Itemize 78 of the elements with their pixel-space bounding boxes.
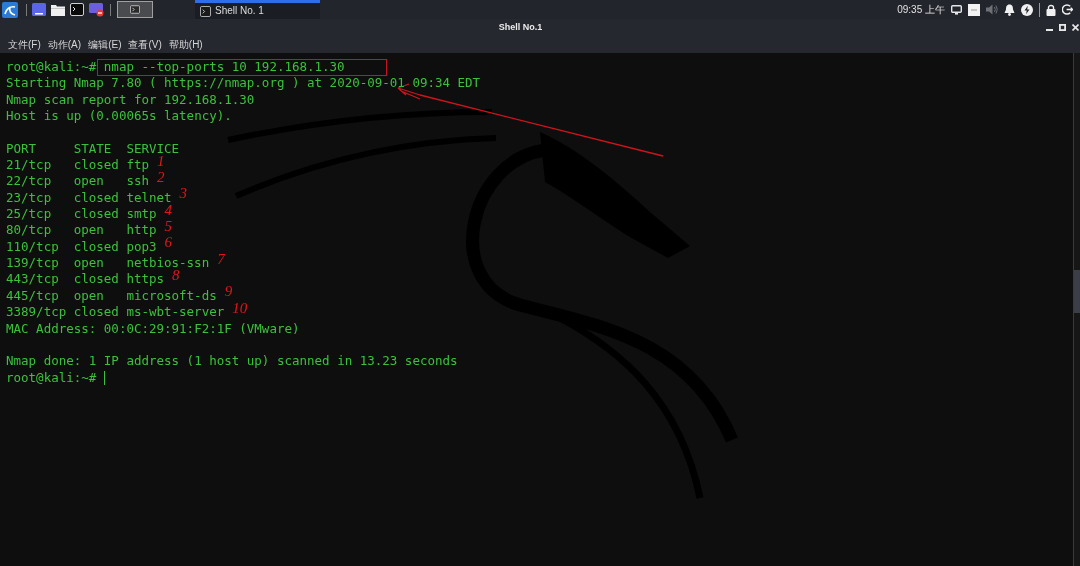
port-state: closed [73, 271, 119, 287]
port-state: open [73, 287, 104, 303]
folder-icon[interactable] [51, 3, 65, 16]
port-number: 23/tcp [6, 189, 52, 205]
handwritten-number: 5 [164, 219, 172, 235]
menu-item[interactable]: 编辑(E) [88, 39, 122, 50]
terminal-output-line: Nmap done: 1 IP address (1 host up) scanned in 13.23 seconds [6, 353, 458, 370]
bell-icon[interactable] [1004, 3, 1015, 16]
terminal-icon [130, 5, 140, 14]
workspace-button[interactable] [117, 1, 153, 18]
window-title: Shell No.1 [498, 23, 543, 32]
port-state: closed [73, 206, 119, 222]
taskbar-item[interactable]: Shell No. 1 [195, 0, 320, 19]
menu-item[interactable]: 查看(V) [128, 39, 162, 50]
port-number: 80/tcp [6, 222, 52, 238]
window-icon[interactable] [32, 3, 46, 16]
service-name: microsoft-ds [126, 287, 217, 303]
handwritten-number: 3 [179, 186, 188, 202]
shell-command: nmap --top-ports 10 192.168.1.30 [96, 58, 387, 76]
handwritten-number: 4 [164, 202, 172, 218]
port-state: closed [73, 189, 119, 205]
port-state: open [73, 255, 104, 271]
port-number: 3389/tcp [6, 304, 67, 320]
port-number: 21/tcp [6, 157, 52, 173]
port-number: 445/tcp [6, 287, 59, 303]
service-name: ms-wbt-server [126, 304, 225, 320]
port-number: 22/tcp [6, 173, 52, 189]
terminal-icon [200, 5, 211, 17]
close-icon[interactable] [1072, 24, 1079, 31]
handwritten-number: 1 [156, 153, 165, 169]
layout-indicator-icon[interactable] [968, 3, 980, 16]
service-name: ssh [126, 173, 149, 189]
terminal-output-line: MAC Address: 00:0C:29:91:F2:1F (VMware) [6, 320, 300, 337]
service-name: ftp [126, 157, 149, 173]
handwritten-number: 8 [172, 268, 180, 284]
menu-item[interactable]: 帮助(H) [168, 39, 203, 50]
menu-item[interactable]: 文件(F) [8, 39, 41, 50]
port-number: 110/tcp [6, 238, 59, 254]
service-name: telnet [126, 189, 172, 205]
terminal-icon[interactable] [70, 3, 84, 16]
terminal-output-line: Host is up (0.00065s latency). [6, 108, 232, 125]
dragon-logo-icon[interactable] [2, 1, 18, 18]
column-header: STATE [73, 140, 112, 156]
terminal-output-line: Starting Nmap 7.80 ( https://nmap.org ) at 2020-09-01 09:34 EDT [6, 75, 481, 92]
terminal-output-line: Nmap scan report for 192.168.1.30 [6, 91, 255, 109]
port-number: 443/tcp [6, 271, 59, 287]
service-name: smtp [126, 206, 157, 222]
scrollbar-thumb[interactable] [1074, 270, 1080, 313]
handwritten-number: 2 [156, 170, 165, 186]
scrollbar[interactable] [1073, 53, 1080, 566]
service-name: netbios-ssn [126, 255, 210, 271]
logout-icon[interactable] [1062, 4, 1073, 15]
display-icon[interactable] [951, 4, 962, 15]
power-bolt-icon[interactable] [1021, 3, 1033, 16]
port-state: open [73, 173, 104, 189]
menu-item[interactable]: 动作(A) [47, 39, 82, 50]
port-number: 25/tcp [6, 206, 52, 222]
port-state: closed [73, 304, 119, 320]
maximize-icon[interactable] [1059, 24, 1066, 31]
port-state: closed [73, 238, 119, 254]
port-number: 139/tcp [6, 255, 59, 271]
port-state: closed [73, 157, 119, 173]
handwritten-number: 10 [232, 300, 248, 316]
handwritten-number: 7 [217, 251, 225, 267]
monitor-icon[interactable] [89, 2, 104, 17]
port-state: open [73, 222, 104, 238]
service-name: http [126, 222, 157, 238]
handwritten-number: 6 [164, 235, 172, 251]
column-header: SERVICE [126, 140, 180, 156]
shell-prompt: root@kali:~# [6, 369, 97, 386]
service-name: pop3 [126, 238, 157, 254]
handwritten-number: 9 [224, 284, 233, 300]
service-name: https [126, 271, 165, 287]
lock-icon[interactable] [1046, 3, 1056, 16]
speaker-icon[interactable] [986, 4, 998, 15]
column-header: PORT [6, 140, 37, 156]
clock[interactable]: 09:35 上午 [897, 4, 945, 15]
shell-prompt: root@kali:~# [6, 59, 97, 76]
